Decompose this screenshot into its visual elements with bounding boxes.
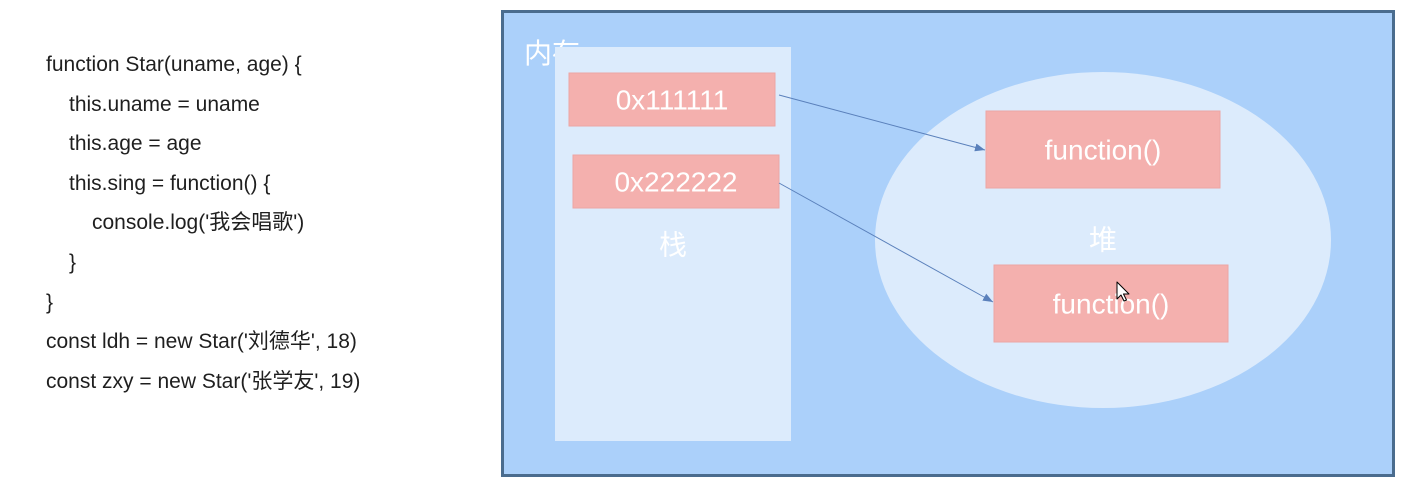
code-line: } <box>46 290 54 314</box>
code-line: const ldh = new Star('刘德华', 18) <box>46 330 357 354</box>
code-line: console.log('我会唱歌') <box>92 211 305 235</box>
heap-item: function() <box>993 264 1229 343</box>
code-line: } <box>69 250 77 274</box>
stack-item: 0x222222 <box>572 154 780 209</box>
stack-item: 0x111111 <box>568 72 776 127</box>
code-block: function Star(uname, age) { this.uname =… <box>46 45 360 401</box>
heap-label: 堆 <box>1089 225 1117 256</box>
memory-diagram: 内存 0x111111 0x222222 栈 function() 堆 func… <box>501 10 1395 477</box>
code-line: const zxy = new Star('张学友', 19) <box>46 369 361 393</box>
code-line: this.sing = function() { <box>69 171 271 195</box>
code-line: this.age = age <box>69 132 202 156</box>
code-line: this.uname = uname <box>69 92 260 116</box>
heap-object-label: function() <box>1053 289 1170 320</box>
stack-address-label: 0x222222 <box>614 167 737 198</box>
stack-label: 栈 <box>659 230 687 261</box>
heap-object-label: function() <box>1045 135 1162 166</box>
stack-address-label: 0x111111 <box>616 85 729 116</box>
code-line: function Star(uname, age) { <box>46 53 302 76</box>
heap-item: function() <box>985 110 1221 189</box>
